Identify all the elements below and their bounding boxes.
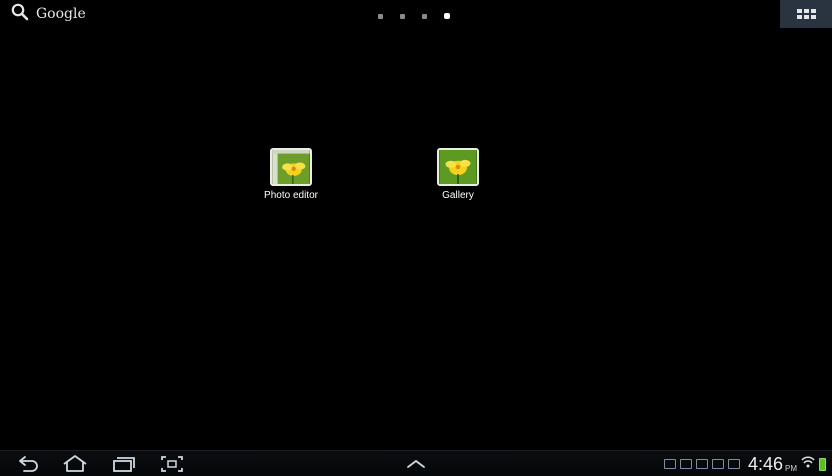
screenshot-button[interactable] xyxy=(160,455,184,473)
search-icon xyxy=(10,2,30,27)
home-button[interactable] xyxy=(62,455,88,473)
app-label: Gallery xyxy=(442,190,474,201)
page-dot xyxy=(422,13,427,19)
page-dot xyxy=(400,13,405,19)
google-search-button[interactable]: Google xyxy=(10,3,86,25)
gallery-icon xyxy=(437,148,479,186)
recent-apps-icon xyxy=(112,457,136,476)
home-screen: Google Photo editor Gallery 4:46 PM xyxy=(0,0,832,476)
media-icon xyxy=(711,459,724,469)
up-chevron-icon xyxy=(405,459,427,476)
back-icon xyxy=(16,456,40,476)
app-label: Photo editor xyxy=(264,190,318,201)
page-dot-active xyxy=(444,13,450,19)
apps-grid-icon xyxy=(796,9,816,19)
wifi-icon xyxy=(801,455,815,474)
app-photo-editor[interactable]: Photo editor xyxy=(246,148,336,201)
home-icon xyxy=(62,455,88,476)
status-area[interactable]: 4:46 PM xyxy=(663,451,826,476)
email-icon xyxy=(727,459,740,469)
apps-button[interactable] xyxy=(780,0,832,28)
battery-icon xyxy=(819,457,826,471)
screenshot-icon xyxy=(160,456,184,476)
page-dot xyxy=(378,13,383,19)
photo-editor-icon xyxy=(270,148,312,186)
google-search-label: Google xyxy=(36,6,86,22)
app-gallery[interactable]: Gallery xyxy=(413,148,503,201)
clock: 4:46 xyxy=(747,454,783,474)
page-indicator xyxy=(378,12,450,20)
notification-icon xyxy=(663,459,676,469)
usb-icon xyxy=(679,459,692,469)
quick-panel-button[interactable] xyxy=(405,455,427,473)
recent-apps-button[interactable] xyxy=(112,455,136,473)
sync-icon xyxy=(695,459,708,469)
clock-ampm: PM xyxy=(785,463,797,473)
back-button[interactable] xyxy=(16,455,40,473)
system-bar: 4:46 PM xyxy=(0,450,832,476)
